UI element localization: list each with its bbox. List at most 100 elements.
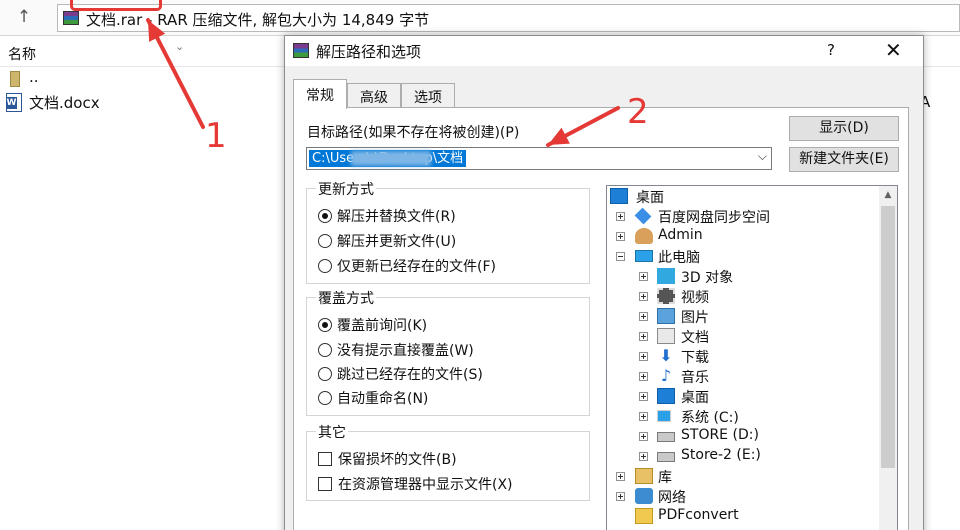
expand-plus-icon[interactable] (639, 452, 648, 461)
expand-plus-icon[interactable] (639, 332, 648, 341)
expand-plus-icon[interactable] (639, 292, 648, 301)
desktop-icon (657, 388, 675, 404)
radio-selected-icon (318, 209, 332, 223)
annotation-number-2: 2 (627, 92, 649, 132)
tree-item-label: 3D 对象 (681, 270, 734, 286)
radio-icon (318, 234, 332, 248)
list-item-docx[interactable]: 文档.docx (0, 91, 290, 115)
baidu-netdisk-icon (634, 207, 652, 225)
annotation-number-1: 1 (205, 116, 227, 156)
archive-path-text: 文档.rar - RAR 压缩文件, 解包大小为 14,849 字节 (86, 11, 430, 29)
dialog-title: 解压路径和选项 (316, 43, 422, 61)
expand-plus-icon[interactable] (639, 372, 648, 381)
checkbox-show-in-explorer[interactable]: 在资源管理器中显示文件(X) (318, 474, 513, 494)
expand-plus-icon[interactable] (639, 412, 648, 421)
radio-skip-existing[interactable]: 跳过已经存在的文件(S) (318, 364, 483, 384)
word-document-icon (6, 93, 22, 112)
3d-objects-icon (657, 268, 675, 284)
libraries-icon (635, 468, 653, 484)
collapse-minus-icon[interactable] (616, 252, 625, 261)
misc-legend: 其它 (316, 422, 348, 442)
network-icon (635, 488, 653, 504)
tree-item-label: STORE (D:) (681, 427, 759, 443)
tree-item-label: PDFconvert (658, 507, 739, 523)
tab-options[interactable]: 选项 (401, 83, 455, 108)
expand-plus-icon[interactable] (639, 272, 648, 281)
pictures-icon (657, 308, 675, 324)
expand-plus-icon[interactable] (616, 492, 625, 501)
tab-advanced[interactable]: 高级 (347, 83, 401, 108)
documents-icon (657, 328, 675, 344)
archive-path-field[interactable]: 文档.rar - RAR 压缩文件, 解包大小为 14,849 字节 (57, 4, 960, 32)
chevron-down-icon[interactable]: ⌵ (758, 149, 767, 164)
expand-plus-icon[interactable] (616, 232, 625, 241)
tree-item-label: 桌面 (681, 390, 709, 406)
expand-plus-icon[interactable] (616, 212, 625, 221)
overwrite-mode-legend: 覆盖方式 (316, 288, 376, 308)
show-button[interactable]: 显示(D) (789, 116, 899, 141)
close-button[interactable]: ✕ (885, 38, 902, 62)
tree-item-label: 此电脑 (658, 250, 700, 266)
list-item-parent-folder[interactable]: .. (0, 67, 290, 91)
radio-icon (318, 343, 332, 357)
tree-item-label: 百度网盘同步空间 (658, 210, 770, 226)
tree-scrollbar[interactable]: ▲ (879, 186, 897, 530)
scroll-up-icon[interactable]: ▲ (879, 186, 897, 204)
music-icon: ♪ (660, 366, 672, 385)
desktop-icon (610, 188, 628, 204)
column-name-header[interactable]: 名称 (8, 44, 36, 64)
update-mode-group: 更新方式 解压并替换文件(R) 解压并更新文件(U) 仅更新已经存在的文件(F) (306, 179, 590, 284)
radio-selected-icon (318, 318, 332, 332)
radio-update-existing[interactable]: 仅更新已经存在的文件(F) (318, 256, 496, 276)
dialog-titlebar[interactable]: 解压路径和选项 ? ✕ (285, 36, 923, 66)
folder-icon (635, 508, 653, 524)
option-label: 解压并替换文件(R) (337, 209, 456, 225)
expand-plus-icon[interactable] (639, 352, 648, 361)
destination-path-combobox[interactable]: C:\Users\ \Desktop\文档 ⌵ (306, 147, 772, 170)
radio-icon (318, 391, 332, 405)
option-label: 仅更新已经存在的文件(F) (337, 259, 496, 275)
help-button[interactable]: ? (827, 41, 835, 59)
tree-item-label: 下载 (681, 350, 709, 366)
folder-tree[interactable]: 桌面 百度网盘同步空间 Admin 此电脑 3D 对象 视频 图片 文档 ⬇ 下… (606, 185, 898, 530)
tree-item-label: Admin (658, 227, 703, 243)
tree-item-label: 库 (658, 470, 672, 486)
tree-item-label: 系统 (C:) (681, 410, 739, 426)
tree-item-label: 图片 (681, 310, 709, 326)
system-drive-icon (657, 410, 671, 422)
user-icon (635, 228, 653, 244)
radio-overwrite-without-prompt[interactable]: 没有提示直接覆盖(W) (318, 340, 474, 360)
sort-chevron-icon: ⌄ (175, 40, 185, 53)
option-label: 跳过已经存在的文件(S) (337, 367, 483, 383)
radio-ask-before-overwrite[interactable]: 覆盖前询问(K) (318, 315, 427, 335)
tree-item-label: 网络 (658, 490, 686, 506)
expand-plus-icon[interactable] (639, 432, 648, 441)
screenshot-root: ↑ 文档.rar - RAR 压缩文件, 解包大小为 14,849 字节 名称 … (0, 0, 960, 530)
expand-plus-icon[interactable] (639, 312, 648, 321)
drive-icon (657, 432, 675, 442)
winrar-icon (293, 43, 309, 58)
option-label: 保留损坏的文件(B) (338, 452, 457, 468)
radio-extract-replace[interactable]: 解压并替换文件(R) (318, 206, 456, 226)
misc-group: 其它 保留损坏的文件(B) 在资源管理器中显示文件(X) (306, 422, 590, 501)
tree-item-label: 视频 (681, 290, 709, 306)
scroll-thumb[interactable] (881, 206, 895, 468)
new-folder-button[interactable]: 新建文件夹(E) (789, 147, 899, 172)
radio-extract-update[interactable]: 解压并更新文件(U) (318, 231, 456, 251)
rar-archive-icon (63, 11, 79, 25)
radio-auto-rename[interactable]: 自动重命名(N) (318, 388, 428, 408)
videos-icon (657, 288, 675, 304)
expand-plus-icon[interactable] (639, 392, 648, 401)
tab-general[interactable]: 常规 (293, 79, 347, 109)
file-name: 文档.docx (29, 94, 100, 112)
tree-item-label: 文档 (681, 330, 709, 346)
checkbox-keep-broken-files[interactable]: 保留损坏的文件(B) (318, 449, 457, 469)
expand-plus-icon[interactable] (616, 472, 625, 481)
annotation-highlight-box (70, 0, 162, 11)
tree-item-label: Store-2 (E:) (681, 447, 761, 463)
option-label: 自动重命名(N) (337, 391, 429, 407)
option-label: 没有提示直接覆盖(W) (337, 343, 474, 359)
checkbox-icon (318, 452, 332, 466)
up-arrow-button[interactable]: ↑ (10, 4, 38, 30)
update-mode-legend: 更新方式 (316, 179, 376, 199)
